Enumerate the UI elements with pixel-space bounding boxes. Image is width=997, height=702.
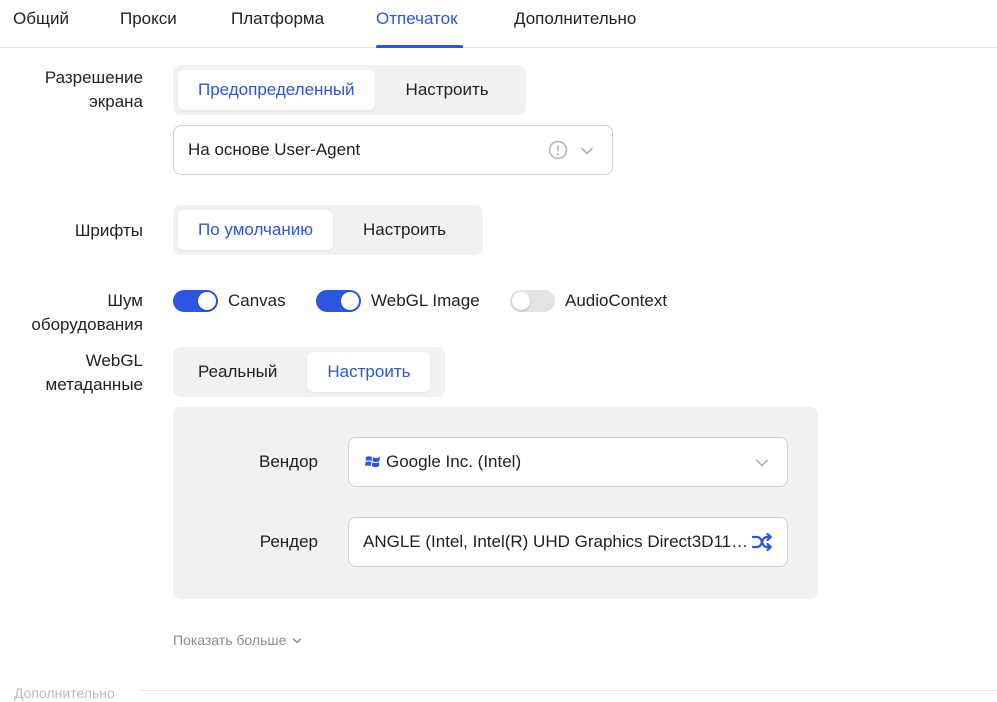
webgl-metadata-label: WebGL метаданные bbox=[46, 349, 143, 397]
webgl-metadata-label-line2: метаданные bbox=[45, 375, 143, 394]
hardware-noise-label: Шум оборудования bbox=[31, 289, 143, 337]
windows-icon bbox=[365, 454, 381, 470]
fonts-option-default[interactable]: По умолчанию bbox=[178, 210, 333, 250]
next-section-heading: Дополнительно bbox=[14, 685, 115, 701]
tab-proxy[interactable]: Прокси bbox=[120, 0, 177, 48]
tab-fingerprint-label: Отпечаток bbox=[376, 9, 458, 28]
screen-resolution-select[interactable]: На основе User-Agent bbox=[173, 125, 613, 175]
canvas-toggle[interactable]: Canvas bbox=[173, 288, 286, 314]
renderer-input-value: ANGLE (Intel, Intel(R) UHD Graphics Dire… bbox=[363, 532, 749, 551]
tab-general[interactable]: Общий bbox=[13, 0, 69, 48]
screen-resolution-label: Разрешение экрана bbox=[45, 66, 143, 114]
webgl-metadata-label-line1: WebGL bbox=[85, 351, 143, 370]
screen-resolution-label-line2: экрана bbox=[89, 92, 143, 111]
tab-fingerprint[interactable]: Отпечаток bbox=[376, 0, 463, 48]
chevron-down-icon bbox=[580, 144, 594, 156]
webgl-option-real[interactable]: Реальный bbox=[178, 352, 307, 392]
canvas-switch[interactable] bbox=[173, 290, 218, 312]
fonts-label: Шрифты bbox=[74, 221, 143, 240]
audiocontext-switch[interactable] bbox=[510, 290, 555, 312]
webgl-custom-panel: Вендор Google Inc. (Intel) Рендер ANGLE … bbox=[173, 407, 818, 599]
audiocontext-toggle[interactable]: AudioContext bbox=[510, 288, 667, 314]
chevron-down-icon bbox=[755, 456, 769, 468]
chevron-down-icon bbox=[293, 638, 302, 644]
tab-platform[interactable]: Платформа bbox=[231, 0, 324, 48]
screen-resolution-segmented: Предопределенный Настроить bbox=[173, 65, 526, 115]
vendor-label: Вендор bbox=[258, 452, 318, 471]
webgl-image-toggle-label: WebGL Image bbox=[371, 291, 480, 310]
audiocontext-toggle-label: AudioContext bbox=[565, 291, 668, 310]
vendor-select-value: Google Inc. (Intel) bbox=[386, 452, 522, 471]
screen-resolution-select-value: На основе User-Agent bbox=[188, 140, 361, 159]
webgl-option-custom[interactable]: Настроить bbox=[307, 352, 431, 392]
info-icon[interactable] bbox=[548, 140, 568, 160]
active-tab-indicator bbox=[376, 45, 463, 48]
webgl-image-toggle[interactable]: WebGL Image bbox=[316, 288, 480, 314]
renderer-input[interactable]: ANGLE (Intel, Intel(R) UHD Graphics Dire… bbox=[348, 517, 788, 567]
show-more-link[interactable]: Показать больше bbox=[173, 630, 302, 650]
shuffle-icon[interactable] bbox=[751, 531, 773, 553]
webgl-metadata-segmented: Реальный Настроить bbox=[173, 347, 445, 397]
webgl-image-switch[interactable] bbox=[316, 290, 361, 312]
show-more-label: Показать больше bbox=[173, 632, 287, 648]
section-divider bbox=[140, 690, 997, 691]
fonts-option-custom[interactable]: Настроить bbox=[333, 210, 466, 250]
screen-resolution-label-line1: Разрешение bbox=[44, 68, 143, 87]
tab-bar: Общий Прокси Платформа Отпечаток Дополни… bbox=[0, 0, 997, 48]
vendor-select[interactable]: Google Inc. (Intel) bbox=[348, 437, 788, 487]
screen-resolution-option-custom[interactable]: Настроить bbox=[375, 70, 510, 110]
fonts-segmented: По умолчанию Настроить bbox=[173, 205, 483, 255]
hardware-noise-label-line2: оборудования bbox=[31, 315, 143, 334]
tab-advanced[interactable]: Дополнительно bbox=[514, 0, 636, 48]
screen-resolution-option-predefined[interactable]: Предопределенный bbox=[178, 70, 375, 110]
hardware-noise-label-line1: Шум bbox=[107, 291, 143, 310]
canvas-toggle-label: Canvas bbox=[228, 291, 286, 310]
renderer-label: Рендер bbox=[259, 532, 318, 551]
